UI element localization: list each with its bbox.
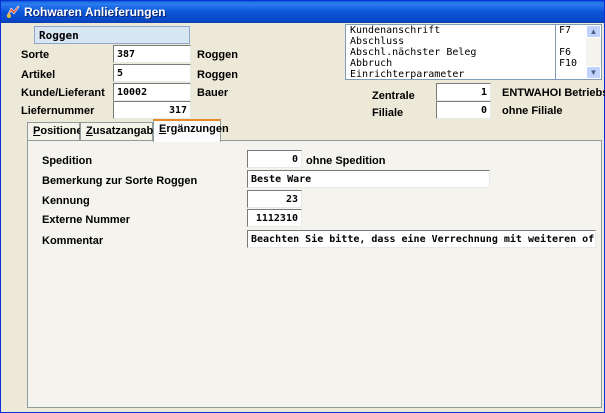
- function-list[interactable]: Kundenanschrift F7 Abschluss Abschl.nächs…: [345, 24, 602, 80]
- window-title: Rohwaren Anlieferungen: [24, 5, 166, 19]
- sorte-label: Sorte: [21, 49, 50, 61]
- externe-nummer-input[interactable]: 1112310: [247, 209, 302, 227]
- filiale-input[interactable]: 0: [436, 101, 491, 119]
- liefernummer-input[interactable]: 317: [113, 101, 191, 119]
- title-bar[interactable]: Rohwaren Anlieferungen: [1, 1, 604, 23]
- kommentar-input[interactable]: Beachten Sie bitte, dass eine Verrechnun…: [247, 230, 596, 248]
- kunde-input[interactable]: 10002: [113, 83, 191, 101]
- bottom-edge: [1, 408, 604, 412]
- list-item[interactable]: Abbruch F10: [346, 58, 601, 69]
- externe-nummer-label: Externe Nummer: [42, 214, 131, 226]
- app-icon: [6, 5, 20, 18]
- tab-positionen[interactable]: Positionen: [27, 122, 89, 141]
- sorte-input[interactable]: 387: [113, 45, 191, 63]
- spedition-input[interactable]: 0: [247, 150, 302, 168]
- up-arrow-icon[interactable]: ▲: [586, 25, 601, 38]
- list-item[interactable]: Kundenanschrift F7: [346, 25, 601, 36]
- kunde-label: Kunde/Lieferant: [21, 87, 105, 99]
- artikel-description: Roggen: [197, 69, 238, 81]
- kommentar-label: Kommentar: [42, 235, 104, 247]
- artikel-input[interactable]: 5: [113, 64, 191, 82]
- filiale-label: Filiale: [372, 107, 404, 119]
- zentrale-input[interactable]: 1: [436, 83, 491, 101]
- sorte-description: Roggen: [197, 49, 238, 61]
- tab-ergaenzungen[interactable]: Ergänzungen: [153, 119, 229, 142]
- kunde-description: Bauer: [197, 87, 229, 99]
- zentrale-description: ENTWAHOI Betriebsst: [502, 87, 605, 99]
- main-window: Rohwaren Anlieferungen Roggen Sorte 387 …: [0, 0, 605, 413]
- artikel-label: Artikel: [21, 69, 56, 81]
- tab-zusatzangaben[interactable]: Zusatzangaben: [80, 122, 166, 141]
- list-scrollbar[interactable]: ▲ ▼: [586, 25, 601, 79]
- liefernummer-label: Liefernummer: [21, 105, 95, 117]
- list-item[interactable]: Abschluss: [346, 36, 601, 47]
- list-item[interactable]: Abschl.nächster Beleg F6: [346, 47, 601, 58]
- article-name-field[interactable]: Roggen: [34, 26, 190, 44]
- kennung-input[interactable]: 23: [247, 190, 302, 208]
- spedition-label: Spedition: [42, 155, 93, 167]
- spedition-description: ohne Spedition: [306, 155, 386, 167]
- kennung-label: Kennung: [42, 195, 90, 207]
- zentrale-label: Zentrale: [372, 90, 415, 102]
- filiale-description: ohne Filiale: [502, 105, 563, 117]
- bemerkung-input[interactable]: Beste Ware: [247, 170, 490, 188]
- down-arrow-icon[interactable]: ▼: [586, 66, 601, 79]
- bemerkung-label: Bemerkung zur Sorte Roggen: [42, 175, 198, 187]
- list-item[interactable]: Einrichterparameter: [346, 69, 601, 80]
